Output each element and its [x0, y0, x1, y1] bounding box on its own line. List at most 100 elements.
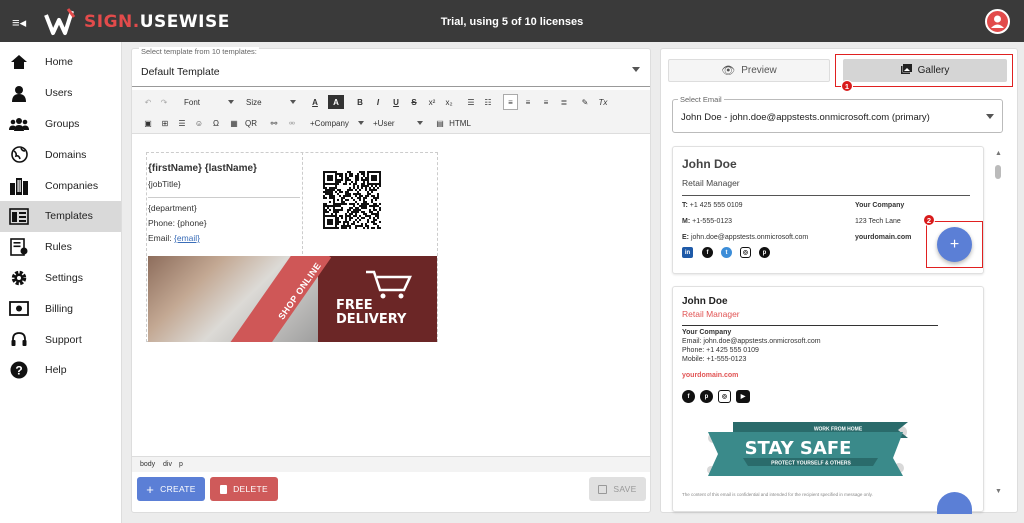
text-color-icon[interactable]: A: [306, 95, 324, 109]
pinterest-icon: p: [700, 390, 713, 403]
sidebar-item-groups[interactable]: Groups: [0, 109, 121, 140]
qr-label[interactable]: QR: [242, 116, 260, 130]
card1-domain: yourdomain.com: [855, 234, 912, 241]
horizontal-rule-icon[interactable]: ☰: [176, 116, 188, 130]
special-char-icon[interactable]: Ω: [210, 116, 222, 130]
sidebar-item-domains[interactable]: Domains: [0, 139, 121, 170]
save-label: SAVE: [613, 484, 637, 494]
signature-email: Email: {email}: [148, 233, 200, 243]
sidebar-item-users[interactable]: Users: [0, 78, 121, 109]
sidebar-item-label: Companies: [45, 179, 99, 192]
card2-company: Your Company: [682, 329, 732, 336]
size-dropdown[interactable]: Size: [246, 95, 296, 109]
sidebar-item-help[interactable]: ? Help: [0, 355, 121, 386]
path-item[interactable]: body: [140, 461, 155, 468]
card2-title: Retail Manager: [682, 309, 740, 319]
underline-icon[interactable]: U: [390, 95, 402, 109]
card1-name: John Doe: [682, 157, 737, 171]
home-icon: [9, 52, 29, 72]
redo-icon[interactable]: ↷: [158, 95, 170, 109]
card1-phone-value: +1 425 555 0109: [689, 202, 743, 209]
image-icon[interactable]: ▣: [142, 116, 154, 130]
numbered-list-icon[interactable]: ☷: [482, 95, 494, 109]
link-icon[interactable]: ⚯: [268, 116, 280, 130]
subscript-icon[interactable]: x₂: [443, 95, 455, 109]
scroll-down-icon[interactable]: ▼: [995, 488, 1002, 495]
strikethrough-icon[interactable]: S: [408, 95, 420, 109]
sidebar-item-rules[interactable]: Rules: [0, 232, 121, 263]
background-color-icon[interactable]: A: [328, 95, 344, 109]
chevron-down-icon: [986, 114, 994, 119]
sidebar-item-label: Settings: [45, 271, 83, 284]
align-right-icon[interactable]: ≡: [540, 95, 552, 109]
sidebar-item-label: Home: [45, 56, 74, 69]
email-select[interactable]: John Doe - john.doe@appstests.onmicrosof…: [672, 99, 1003, 133]
sidebar-item-support[interactable]: Support: [0, 324, 121, 355]
user-placeholder-dropdown[interactable]: +User: [373, 116, 423, 130]
tab-preview[interactable]: 👁 Preview: [668, 59, 830, 82]
format-painter-icon[interactable]: ✎: [579, 95, 591, 109]
font-dropdown[interactable]: Font: [184, 95, 234, 109]
signature-job: {jobTitle}: [148, 179, 181, 189]
table-icon[interactable]: ⊞: [159, 116, 171, 130]
template-select[interactable]: Default Template: [132, 57, 650, 87]
superscript-icon[interactable]: x²: [426, 95, 438, 109]
sidebar-item-label: Support: [45, 333, 82, 346]
path-item[interactable]: div: [163, 461, 172, 468]
stay-safe-banner: WORK FROM HOME STAY SAFE PROTECT YOURSEL…: [707, 422, 908, 476]
save-button[interactable]: SAVE: [589, 477, 646, 501]
create-button[interactable]: + CREATE: [137, 477, 205, 501]
template-select-label: Select template from 10 templates:: [139, 47, 259, 56]
card1-email: E: john.doe@appstests.onmicrosoft.com: [682, 234, 808, 241]
top-bar: ≡◂ SIGN.USEWISE Trial, using 5 of 10 lic…: [0, 0, 1024, 42]
bold-icon[interactable]: B: [354, 95, 366, 109]
editor-toolbar: ↶ ↷ Font Size A A B I U S x² x₂ ☰ ☷ ≡ ≡ …: [132, 90, 650, 134]
signature-department: {department}: [148, 203, 197, 213]
sidebar-item-settings[interactable]: Settings: [0, 263, 121, 294]
facebook-icon: f: [682, 390, 695, 403]
facebook-icon: f: [702, 247, 713, 258]
groups-icon: [9, 114, 29, 134]
email-select-value: John Doe - john.doe@appstests.onmicrosof…: [681, 112, 930, 123]
delete-button[interactable]: DELETE: [210, 477, 278, 501]
signature-email-link[interactable]: {email}: [174, 233, 200, 243]
card2-phone: Phone: +1 425 555 0109: [682, 347, 759, 354]
card1-title: Retail Manager: [682, 178, 740, 188]
emoji-icon[interactable]: ☺: [193, 116, 205, 130]
sidebar-item-home[interactable]: Home: [0, 47, 121, 78]
company-placeholder-dropdown[interactable]: +Company: [310, 116, 364, 130]
sidebar-item-label: Domains: [45, 148, 87, 161]
clear-format-icon[interactable]: Tx: [597, 95, 609, 109]
align-justify-icon[interactable]: ≣: [558, 95, 570, 109]
italic-icon[interactable]: I: [372, 95, 384, 109]
sidebar-item-billing[interactable]: Billing: [0, 293, 121, 324]
html-icon[interactable]: ▤: [434, 116, 446, 130]
sidebar-item-label: Rules: [45, 241, 72, 254]
unlink-icon[interactable]: ⚮: [286, 116, 298, 130]
svg-text:?: ?: [15, 364, 22, 378]
align-center-icon[interactable]: ≡: [522, 95, 534, 109]
gallery-scrollbar[interactable]: [994, 150, 1002, 500]
sidebar-item-templates[interactable]: Templates: [0, 200, 121, 232]
card2-name: John Doe: [682, 296, 728, 307]
undo-icon[interactable]: ↶: [142, 95, 154, 109]
qr-icon[interactable]: ▦: [228, 116, 240, 130]
bullet-list-icon[interactable]: ☰: [465, 95, 477, 109]
card1-mobile: M: +1-555-0123: [682, 218, 732, 225]
card2-divider: [682, 325, 938, 326]
align-left-icon[interactable]: ≡: [503, 94, 518, 110]
sidebar-item-companies[interactable]: Companies: [0, 170, 121, 201]
card1-email-label: E:: [682, 234, 689, 241]
avatar[interactable]: [985, 9, 1010, 34]
eye-icon: 👁: [721, 65, 736, 77]
html-label[interactable]: HTML: [448, 116, 472, 130]
banner-delivery: DELIVERY: [336, 312, 407, 327]
building-icon: [9, 176, 29, 196]
instagram-icon: ◎: [718, 390, 731, 403]
gallery-highlight: [835, 54, 1013, 87]
step-badge-2: 2: [923, 214, 935, 226]
scroll-up-icon[interactable]: ▲: [995, 150, 1002, 157]
card1-phone: T: +1 425 555 0109: [682, 202, 743, 209]
scroll-thumb[interactable]: [995, 165, 1001, 179]
path-item[interactable]: p: [179, 461, 183, 468]
